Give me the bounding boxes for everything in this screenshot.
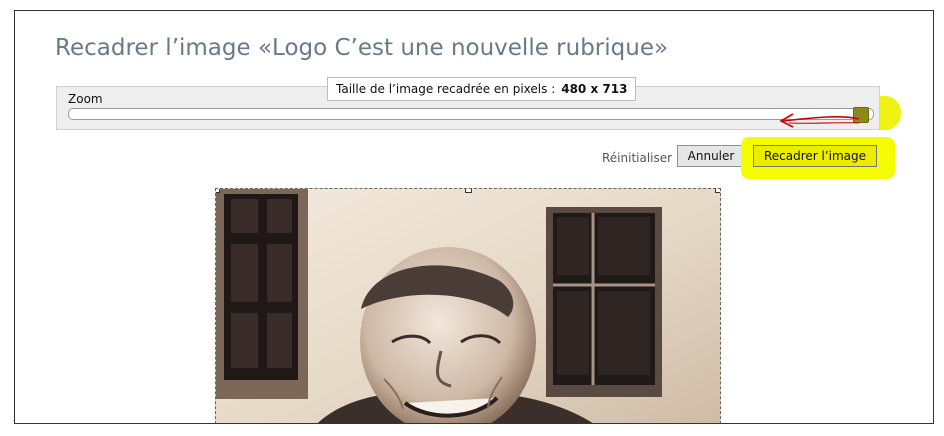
zoom-label: Zoom [68,92,103,106]
cancel-button[interactable]: Annuler [677,145,745,167]
crop-handle-top-left[interactable] [216,189,220,193]
cropped-photo [216,189,720,423]
crop-size-label: Taille de l’image recadrée en pixels : [336,82,556,96]
crop-handle-top-right[interactable] [715,189,720,193]
screenshot-frame: Recadrer l’image «Logo C’est une nouvell… [14,10,934,424]
crop-handle-top-middle[interactable] [465,189,472,193]
crop-image-button[interactable]: Recadrer l’image [753,145,877,167]
annotation-arrow-icon [779,113,860,128]
page-title: Recadrer l’image «Logo C’est une nouvell… [55,35,669,61]
crop-size-tooltip: Taille de l’image recadrée en pixels : 48… [327,77,637,101]
crop-area[interactable] [215,188,721,423]
reset-link[interactable]: Réinitialiser [602,151,672,165]
crop-size-value: 480 x 713 [561,82,628,96]
zoom-slider-track[interactable] [68,108,874,120]
